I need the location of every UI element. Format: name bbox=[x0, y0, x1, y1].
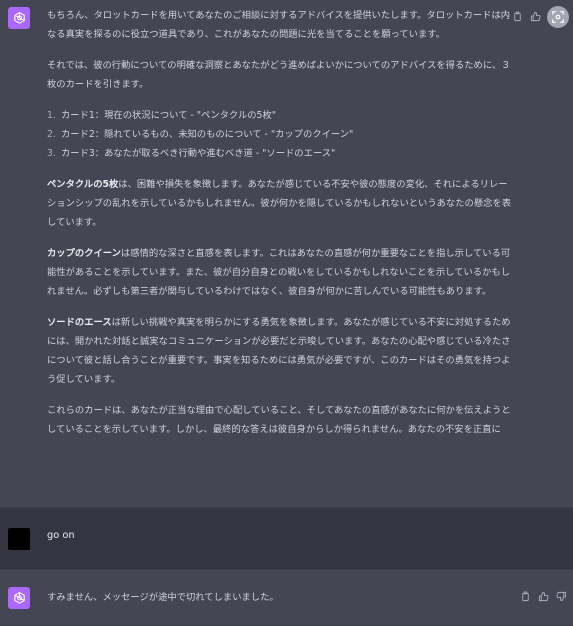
pentacles-paragraph: ペンタクルの5枚は、困難や損失を象徴します。あなたが感じている不安や彼の態度の変… bbox=[47, 179, 512, 228]
summary-paragraph: これらのカードは、あなたが正当な理由で心配していること、そしてあなたの直感があな… bbox=[47, 405, 511, 435]
list-item: 3. カード3：あなたが取るべき行動や進むべき道 - "ソードのエース" bbox=[47, 148, 336, 159]
message-actions bbox=[519, 590, 567, 602]
user-message: go on bbox=[0, 508, 573, 570]
assistant-message-text: すみません、メッセージが途中で切れてしまいました。 bbox=[47, 592, 279, 603]
clipboard-icon[interactable] bbox=[519, 590, 531, 602]
thumbs-up-icon[interactable] bbox=[529, 10, 541, 22]
openai-logo-icon bbox=[8, 7, 30, 29]
user-message-text: go on bbox=[47, 530, 75, 541]
clipboard-icon[interactable] bbox=[511, 10, 523, 22]
assistant-message: すみません、メッセージが途中で切れてしまいました。 bbox=[0, 570, 573, 626]
list-item: 1. カード1：現在の状況について - "ペンタクルの5枚" bbox=[47, 110, 277, 121]
chat-thread: もちろん、タロットカードを用いてあなたのご相談に対するアドバイスを提供いたします… bbox=[0, 0, 573, 626]
cups-paragraph: カップのクイーンは感情的な深さと直感を表します。これはあなたの直感が何か重要なこ… bbox=[47, 248, 511, 297]
draw-intro-paragraph: それでは、彼の行動についての明確な洞察とあなたがどう進めばよいかについてのアドバ… bbox=[47, 60, 511, 90]
list-item: 2. カード2：隠れているもの、未知のものについて - "カップのクイーン" bbox=[47, 129, 354, 140]
user-avatar bbox=[8, 528, 30, 550]
thumbs-up-icon[interactable] bbox=[537, 590, 549, 602]
assistant-message-content: すみません、メッセージが途中で切れてしまいました。 bbox=[47, 588, 515, 607]
thumbs-down-icon[interactable] bbox=[555, 590, 567, 602]
assistant-message-content: もちろん、タロットカードを用いてあなたのご相談に対するアドバイスを提供いたします… bbox=[47, 6, 515, 451]
card-list: 1. カード1：現在の状況について - "ペンタクルの5枚" 2. カード2：隠れて… bbox=[47, 106, 515, 163]
intro-paragraph: もちろん、タロットカードを用いてあなたのご相談に対するアドバイスを提供いたします… bbox=[47, 10, 511, 40]
assistant-message: もちろん、タロットカードを用いてあなたのご相談に対するアドバイスを提供いたします… bbox=[0, 0, 573, 508]
lens-icon[interactable] bbox=[547, 6, 569, 28]
message-actions bbox=[511, 10, 541, 22]
swords-paragraph: ソードのエースは新しい挑戦や真実を明らかにする勇気を象徴します。あなたが感じてい… bbox=[47, 317, 511, 385]
openai-logo-icon bbox=[8, 587, 30, 609]
